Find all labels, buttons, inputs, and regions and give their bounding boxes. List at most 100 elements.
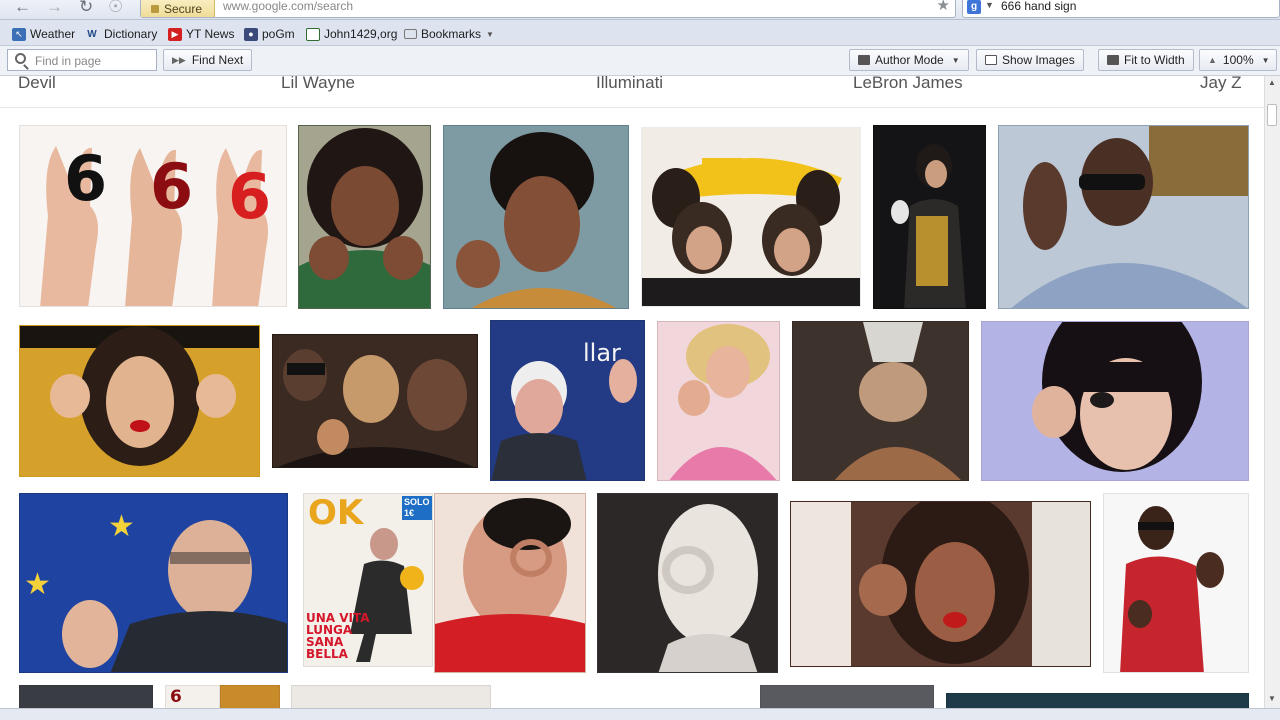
image-result-partial[interactable] <box>291 685 491 708</box>
author-mode-icon <box>858 55 870 65</box>
magazine-headline-line: BELLA <box>306 647 348 661</box>
magazine-brand: OK <box>308 493 364 533</box>
scroll-up-icon[interactable]: ▲ <box>1268 78 1276 87</box>
image-result-man-fur-coat[interactable] <box>998 125 1249 309</box>
bookmarks-folder[interactable]: Bookmarks ▼ <box>404 26 494 42</box>
photo-man-sunglasses <box>999 126 1248 308</box>
chevron-down-icon: ▼ <box>951 55 960 65</box>
bookmark-pogm[interactable]: ● poGm <box>244 26 295 42</box>
photo-man-ok-eye <box>435 494 585 672</box>
bookmark-star-icon[interactable]: ★ <box>937 0 950 14</box>
related-search-jay-z[interactable]: Jay Z <box>1200 76 1242 93</box>
show-images-label: Show Images <box>1002 53 1075 67</box>
bookmark-weather[interactable]: ↖ Weather <box>12 26 75 42</box>
scroll-down-icon[interactable]: ▼ <box>1268 694 1276 703</box>
weather-icon: ↖ <box>12 27 26 41</box>
search-icon <box>15 53 26 64</box>
bookmark-label: John1429,org <box>324 27 398 41</box>
image-icon <box>985 55 997 65</box>
image-result-man-suit-ok[interactable]: llar <box>490 320 645 481</box>
security-label: Secure <box>164 2 203 16</box>
url-text[interactable]: www.google.com/search <box>223 0 353 13</box>
key-icon[interactable]: ☉ <box>108 0 123 17</box>
image-result-woman-bw[interactable] <box>597 493 778 673</box>
photo-blonde-woman <box>658 322 779 480</box>
bookmark-john1429[interactable]: John1429,org <box>306 26 397 42</box>
chevron-down-icon[interactable]: ▼ <box>985 0 994 10</box>
image-result-partial[interactable] <box>220 685 280 708</box>
search-query[interactable]: 666 hand sign <box>1001 0 1076 13</box>
arrow-right-icon: ▶▶ <box>172 54 186 65</box>
image-result-woman-headband[interactable] <box>790 501 1091 667</box>
photo-woman-ok-eyes <box>20 326 259 476</box>
bookmark-dictionary[interactable]: W Dictionary <box>84 26 157 42</box>
image-result-boy-ok-sign[interactable] <box>443 125 629 309</box>
image-result-man-red-sweater[interactable] <box>434 493 586 673</box>
image-result-costume-headdress[interactable] <box>792 321 969 481</box>
image-result-man-red-jacket[interactable] <box>1103 493 1249 673</box>
reload-icon[interactable]: ↻ <box>79 0 93 17</box>
lock-icon <box>151 5 159 13</box>
image-result-woman-ok-sign[interactable] <box>298 125 431 309</box>
bookmark-label: Weather <box>30 27 76 41</box>
image-result-magazine-cover[interactable]: OK SOLO 1€ UNA VITA LUNGA SANA BELLA <box>303 493 433 667</box>
bookmark-label: Bookmarks <box>421 27 482 41</box>
magazine-headline: UNA VITA LUNGA SANA BELLA <box>306 612 382 660</box>
vertical-scrollbar[interactable]: ▲ ▼ <box>1264 76 1280 708</box>
image-result-woman-bangs[interactable] <box>981 321 1249 481</box>
show-images-button[interactable]: Show Images <box>976 49 1084 71</box>
status-bar <box>0 708 1280 720</box>
related-search-lil-wayne[interactable]: Lil Wayne <box>281 76 355 93</box>
photo-woman-bangs <box>982 322 1248 480</box>
image-result-yellow-submarine-band[interactable] <box>641 127 861 307</box>
find-in-page-input[interactable]: Find in page <box>7 49 157 71</box>
image-result-woman-yellow-bg[interactable] <box>19 325 260 477</box>
photo-costume <box>793 322 968 480</box>
find-placeholder: Find in page <box>35 54 102 68</box>
author-mode-label: Author Mode <box>875 53 944 67</box>
book-icon <box>306 27 320 41</box>
related-search-illuminati[interactable]: Illuminati <box>596 76 663 93</box>
search-box[interactable]: g ▼ 666 hand sign <box>962 0 1280 18</box>
image-result-partial[interactable] <box>760 685 934 708</box>
forward-arrow-icon[interactable]: → <box>46 0 63 17</box>
zoom-value: 100% <box>1222 53 1254 67</box>
author-mode-button[interactable]: Author Mode ▼ <box>849 49 969 71</box>
image-result-blonde-woman[interactable] <box>657 321 780 481</box>
photo-crowd <box>273 335 477 467</box>
svg-text:★: ★ <box>24 567 51 602</box>
security-indicator[interactable]: Secure <box>141 0 215 17</box>
photo-politician: llar <box>491 321 644 480</box>
photo-woman-hands <box>299 126 430 308</box>
chevron-up-icon: ▲ <box>1208 55 1217 65</box>
scrollbar-thumb[interactable] <box>1267 104 1277 126</box>
fit-width-icon <box>1107 55 1119 65</box>
google-icon[interactable]: g <box>967 0 981 14</box>
image-result-666-hands[interactable]: 6 6 6 <box>19 125 287 307</box>
fit-to-width-button[interactable]: Fit to Width <box>1098 49 1194 71</box>
image-result-partial[interactable] <box>19 685 153 708</box>
image-results-page: Devil Lil Wayne Illuminati LeBron James … <box>0 76 1264 708</box>
address-bar[interactable]: Secure www.google.com/search ★ <box>140 0 956 18</box>
pogm-icon: ● <box>244 27 258 41</box>
image-result-performer-jacket[interactable] <box>873 125 986 309</box>
find-next-label: Find Next <box>191 53 244 67</box>
related-searches-strip: Devil Lil Wayne Illuminati LeBron James … <box>0 76 1264 108</box>
image-result-partial[interactable]: 6 <box>165 685 220 708</box>
image-result-politician-eu-flag[interactable]: ★ ★ <box>19 493 288 673</box>
image-result-crowd-celebrities[interactable] <box>272 334 478 468</box>
zoom-select[interactable]: ▲ 100% ▼ <box>1199 49 1277 71</box>
photo-woman-black-white <box>598 494 777 672</box>
image-result-partial[interactable] <box>946 693 1249 708</box>
folder-icon <box>404 29 417 39</box>
navigation-toolbar: ← → ↻ ☉ Secure www.google.com/search ★ g… <box>0 0 1280 20</box>
photo-woman-headband <box>791 502 1090 666</box>
back-arrow-icon[interactable]: ← <box>14 0 31 17</box>
dictionary-icon: W <box>87 28 97 40</box>
fit-to-width-label: Fit to Width <box>1124 53 1185 67</box>
related-search-lebron-james[interactable]: LeBron James <box>853 76 963 93</box>
find-next-button[interactable]: ▶▶ Find Next <box>163 49 253 71</box>
bookmark-yt-news[interactable]: ▶ YT News <box>168 26 234 42</box>
digit-six: 6 <box>228 160 272 233</box>
related-search-devil[interactable]: Devil <box>18 76 56 93</box>
